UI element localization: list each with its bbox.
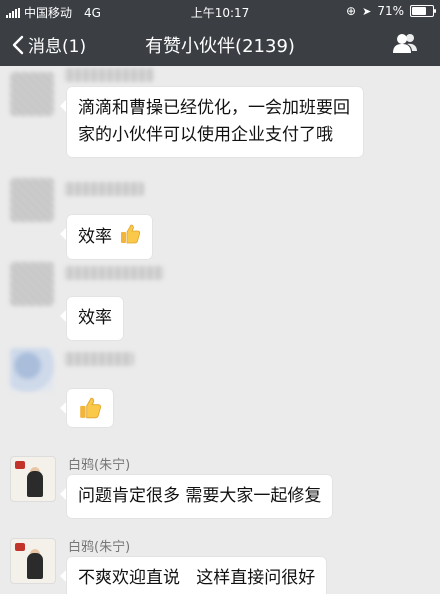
message-text: 不爽欢迎直说 这样直接问很好 xyxy=(78,568,316,588)
group-members-icon xyxy=(393,34,417,53)
group-title: 有赞小伙伴(2139) xyxy=(145,36,295,57)
avatar[interactable] xyxy=(10,178,54,222)
group-members-button[interactable] xyxy=(392,32,418,58)
chat-area[interactable]: 滴滴和曹操已经优化，一会加班要回家的小伙伴可以使用企业支付了哦 效率 效率 白鸦… xyxy=(0,66,440,594)
message-text: 效率 xyxy=(78,227,112,247)
avatar-flag-shape xyxy=(15,461,25,469)
message-text: 效率 xyxy=(78,308,112,328)
chat-nav-bar: 消息(1) 有赞小伙伴(2139) xyxy=(0,22,440,66)
sender-name-blurred xyxy=(64,352,134,366)
sender-name: 白鸦(朱宁) xyxy=(68,458,131,473)
message-bubble[interactable]: 滴滴和曹操已经优化，一会加班要回家的小伙伴可以使用企业支付了哦 xyxy=(60,86,364,158)
avatar[interactable] xyxy=(10,72,54,116)
message-bubble[interactable]: 不爽欢迎直说 这样直接问很好 xyxy=(59,556,328,594)
sender-name-blurred xyxy=(64,266,164,280)
thumbs-up-icon xyxy=(121,224,141,244)
sender-name-blurred xyxy=(64,68,154,82)
message-bubble[interactable]: 问题肯定很多 需要大家一起修复 xyxy=(59,474,334,519)
avatar-figure-shape xyxy=(27,553,43,579)
message-bubble[interactable]: 效率 xyxy=(59,214,154,260)
sender-name-blurred xyxy=(64,182,144,196)
battery-level xyxy=(412,7,427,15)
message-text: 滴滴和曹操已经优化，一会加班要回家的小伙伴可以使用企业支付了哦 xyxy=(78,98,350,145)
avatar[interactable] xyxy=(10,538,56,584)
avatar-flag-shape xyxy=(15,543,25,551)
avatar[interactable] xyxy=(10,348,54,392)
message-bubble[interactable]: 效率 xyxy=(60,296,124,341)
battery-percent: 71% xyxy=(377,4,404,18)
message-bubble[interactable] xyxy=(60,388,114,428)
avatar-figure-shape xyxy=(27,471,43,497)
rotation-lock-icon: ⊕ xyxy=(346,4,357,18)
status-right: ⊕ ➤ 71% xyxy=(346,4,436,18)
avatar[interactable] xyxy=(10,262,54,306)
battery-icon xyxy=(410,5,436,17)
sender-name: 白鸦(朱宁) xyxy=(68,540,131,555)
status-bar: 中国移动 4G 上午10:17 ⊕ ➤ 71% xyxy=(0,0,440,22)
avatar[interactable] xyxy=(10,456,56,502)
location-arrow-icon: ➤ xyxy=(362,4,372,18)
thumbs-up-icon xyxy=(80,397,102,419)
message-text: 问题肯定很多 需要大家一起修复 xyxy=(78,486,322,506)
